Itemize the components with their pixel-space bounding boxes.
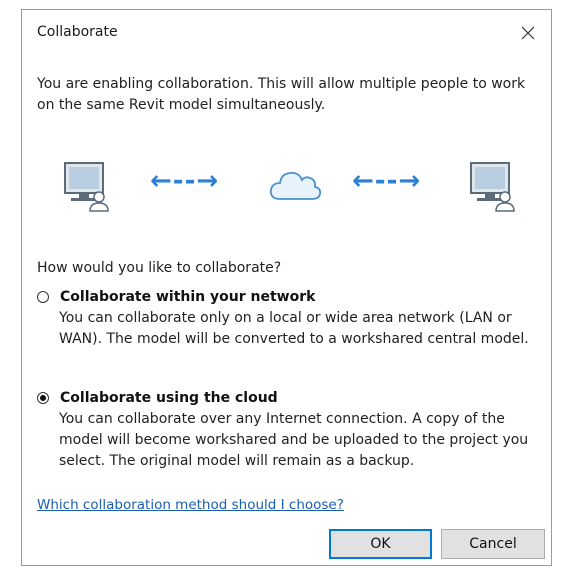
option-cloud[interactable]: Collaborate using the cloud You can coll… — [37, 390, 542, 472]
option-network-description: You can collaborate only on a local or w… — [59, 310, 529, 347]
computer-user-icon — [470, 162, 515, 212]
ok-button[interactable]: OK — [329, 529, 432, 559]
intro-text: You are enabling collaboration. This wil… — [37, 76, 526, 113]
left-arrow: ←--→ — [150, 166, 220, 196]
cloud-icon — [270, 171, 322, 200]
option-cloud-description: You can collaborate over any Internet co… — [59, 411, 529, 469]
radio-cloud[interactable] — [37, 392, 49, 404]
computer-user-icon — [64, 162, 109, 212]
cancel-button[interactable]: Cancel — [441, 529, 545, 559]
option-network-label: Collaborate within your network — [60, 289, 316, 305]
help-link[interactable]: Which collaboration method should I choo… — [37, 497, 344, 513]
option-cloud-label: Collaborate using the cloud — [60, 390, 278, 406]
right-arrow: ←--→ — [352, 166, 422, 196]
question-label: How would you like to collaborate? — [37, 260, 282, 276]
dialog-title: Collaborate — [37, 24, 118, 40]
radio-network[interactable] — [37, 291, 49, 303]
option-network[interactable]: Collaborate within your network You can … — [37, 289, 542, 350]
collaborate-dialog: Collaborate You are enabling collaborati… — [21, 9, 552, 566]
close-button[interactable] — [505, 10, 551, 56]
close-icon — [521, 26, 535, 40]
title-bar: Collaborate — [22, 10, 551, 58]
collaboration-diagram: ←--→ ←--→ — [22, 154, 551, 224]
